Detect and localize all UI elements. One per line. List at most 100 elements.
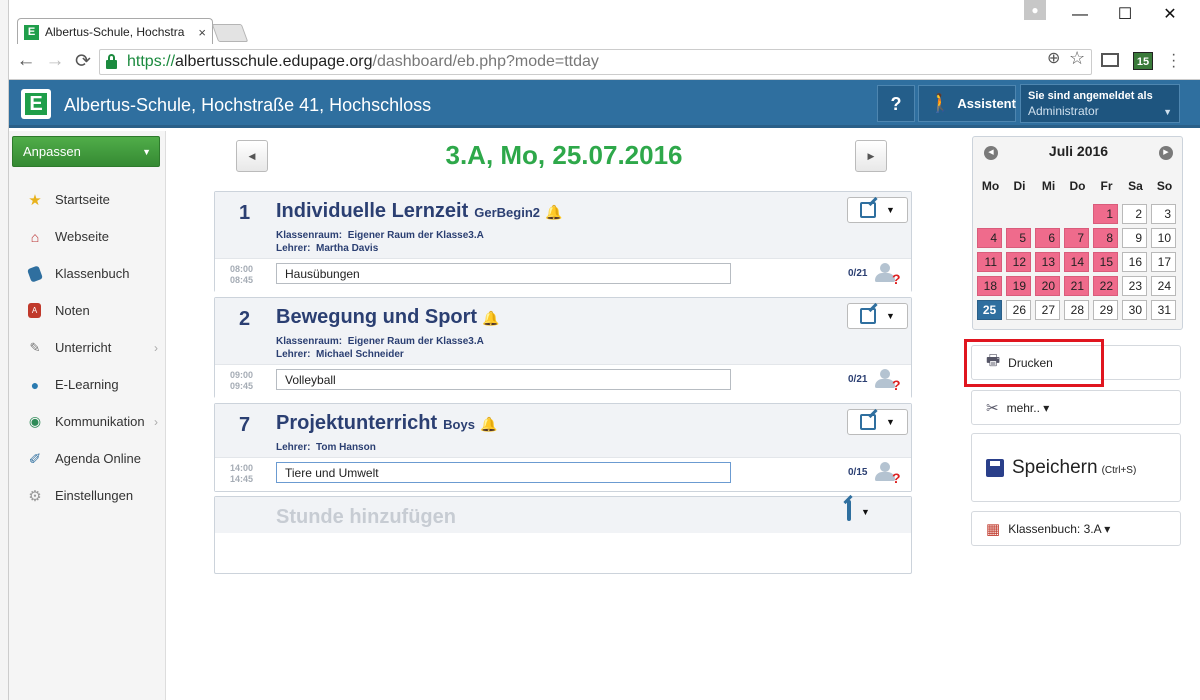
calendar-day[interactable]: 24 <box>1151 276 1176 296</box>
forward-arrow-icon[interactable]: → <box>43 50 67 72</box>
weekday-label: So <box>1156 179 1173 193</box>
minimize-button[interactable]: — <box>1060 4 1100 26</box>
calendar-day[interactable]: 23 <box>1122 276 1147 296</box>
back-arrow-icon[interactable]: ← <box>14 50 38 72</box>
calendar-day[interactable]: 22 <box>1093 276 1118 296</box>
reload-icon[interactable]: ⟳ <box>71 50 95 73</box>
calendar-day[interactable]: 29 <box>1093 300 1118 320</box>
browser-menu-icon[interactable]: · · · <box>1171 47 1177 75</box>
bookmark-star-icon[interactable]: ☆ <box>1069 48 1085 69</box>
calendar-day[interactable]: 15 <box>1093 252 1118 272</box>
new-tab-button[interactable] <box>211 24 249 42</box>
tab-close-icon[interactable]: × <box>198 25 206 40</box>
assistant-button[interactable]: 🚶 Assistent <box>918 85 1016 122</box>
elearning-icon: ● <box>30 376 40 393</box>
help-button[interactable]: ? <box>877 85 915 122</box>
lock-icon <box>106 53 117 69</box>
zoom-icon[interactable]: ⊕ <box>1047 48 1060 68</box>
edit-icon <box>860 414 876 430</box>
sidebar-item-startseite[interactable]: ★ Startseite <box>9 181 166 218</box>
students-unknown-icon[interactable]: ? <box>874 461 902 487</box>
customize-button[interactable]: Anpassen ▼ <box>12 136 160 167</box>
edit-lesson-button[interactable]: ▼ <box>847 500 870 521</box>
browser-titlebar: E Albertus-Schule, Hochstra × ● — ☐ ✕ <box>9 0 1200 45</box>
next-month-button[interactable]: ▶ <box>1159 146 1173 160</box>
calendar-day[interactable]: 8 <box>1093 228 1118 248</box>
calendar-day[interactable]: 3 <box>1151 204 1176 224</box>
lesson-topic-input[interactable] <box>276 369 731 390</box>
cast-extension-icon[interactable] <box>1101 53 1119 67</box>
edit-lesson-button[interactable]: ▼ <box>847 303 908 329</box>
lesson-subject[interactable]: Projektunterricht Boys 🔔 <box>276 412 497 435</box>
calendar-day[interactable]: 2 <box>1122 204 1147 224</box>
calendar-day[interactable]: 16 <box>1122 252 1147 272</box>
maximize-button[interactable]: ☐ <box>1105 4 1145 26</box>
calendar-day[interactable]: 9 <box>1122 228 1147 248</box>
calendar-day[interactable]: 26 <box>1006 300 1031 320</box>
calendar-extension-icon[interactable]: 15 <box>1133 52 1153 70</box>
calendar-day[interactable]: 18 <box>977 276 1002 296</box>
login-status: Sie sind angemeldet als <box>1028 90 1153 102</box>
students-unknown-icon[interactable]: ? <box>874 262 902 288</box>
app-header: E Albertus-Schule, Hochstraße 41, Hochsc… <box>9 80 1200 128</box>
calendar-day[interactable]: 4 <box>977 228 1002 248</box>
calendar-day[interactable]: 28 <box>1064 300 1089 320</box>
edit-lesson-button[interactable]: ▼ <box>847 409 908 435</box>
calendar-day[interactable]: 13 <box>1035 252 1060 272</box>
sidebar-item-noten[interactable]: A Noten <box>9 292 166 329</box>
grades-icon: A <box>28 303 41 318</box>
close-window-button[interactable]: ✕ <box>1150 4 1190 26</box>
sidebar-item-klassenbuch[interactable]: Klassenbuch <box>9 255 166 292</box>
calendar-day[interactable]: 6 <box>1035 228 1060 248</box>
profile-icon[interactable]: ● <box>1024 0 1046 20</box>
calendar-day[interactable]: 7 <box>1064 228 1089 248</box>
calendar-day[interactable]: 21 <box>1064 276 1089 296</box>
sidebar-item-label: E-Learning <box>55 377 119 392</box>
weekday-label: Fr <box>1100 179 1113 193</box>
edupage-favicon-icon: E <box>24 24 39 40</box>
calendar-day-today[interactable]: 25 <box>977 300 1002 320</box>
calendar-day[interactable]: 11 <box>977 252 1002 272</box>
more-button[interactable]: ✂ mehr.. ▾ <box>971 390 1181 425</box>
sidebar-item-unterricht[interactable]: ✎ Unterricht › <box>9 329 166 366</box>
sidebar-item-webseite[interactable]: ⌂ Webseite <box>9 218 166 255</box>
sidebar-item-label: Startseite <box>55 192 110 207</box>
calendar-day[interactable]: 30 <box>1122 300 1147 320</box>
calendar-day[interactable]: 12 <box>1006 252 1031 272</box>
calendar-day[interactable]: 27 <box>1035 300 1060 320</box>
edupage-logo-icon[interactable]: E <box>21 89 51 119</box>
calendar-day[interactable]: 5 <box>1006 228 1031 248</box>
lesson-group: GerBegin2 <box>474 205 541 220</box>
edit-lesson-button[interactable]: ▼ <box>847 197 908 223</box>
url-input[interactable]: https:// albertusschule.edupage.org /das… <box>99 49 1092 75</box>
sidebar-item-agenda-online[interactable]: ✐ Agenda Online <box>9 440 166 477</box>
next-day-button[interactable]: ▶ <box>855 140 887 172</box>
sidebar-item-kommunikation[interactable]: ◉ Kommunikation › <box>9 403 166 440</box>
lesson-topic-input[interactable] <box>276 462 731 483</box>
calendar-day[interactable]: 31 <box>1151 300 1176 320</box>
add-lesson-card[interactable]: Stunde hinzufügen ▼ <box>214 496 912 574</box>
save-shortcut: (Ctrl+S) <box>1101 465 1137 476</box>
students-unknown-icon[interactable]: ? <box>874 368 902 394</box>
sidebar-item-einstellungen[interactable]: ⚙ Einstellungen <box>9 477 166 514</box>
save-button[interactable]: Speichern (Ctrl+S) <box>971 433 1181 502</box>
save-label: Speichern <box>1012 456 1098 478</box>
classbook-button[interactable]: ▦ Klassenbuch: 3.A ▾ <box>971 511 1181 546</box>
calendar-day[interactable]: 1 <box>1093 204 1118 224</box>
lesson-subject[interactable]: Bewegung und Sport 🔔 <box>276 306 500 329</box>
lesson-subject[interactable]: Individuelle Lernzeit GerBegin2 🔔 <box>276 200 562 223</box>
browser-tab[interactable]: E Albertus-Schule, Hochstra × <box>17 18 213 45</box>
calendar-day[interactable]: 17 <box>1151 252 1176 272</box>
calendar-day[interactable]: 19 <box>1006 276 1031 296</box>
address-bar-row: ← → ⟳ https:// albertusschule.edupage.or… <box>9 44 1200 80</box>
sidebar-item-elearning[interactable]: ● E-Learning <box>9 366 166 403</box>
previous-day-button[interactable]: ◀ <box>236 140 268 172</box>
calendar-day[interactable]: 20 <box>1035 276 1060 296</box>
lesson-topic-input[interactable] <box>276 263 731 284</box>
calendar-day[interactable]: 14 <box>1064 252 1089 272</box>
calendar-day[interactable]: 10 <box>1151 228 1176 248</box>
login-dropdown[interactable]: Sie sind angemeldet als Administrator ▼ <box>1020 84 1180 123</box>
edit-icon <box>860 202 876 218</box>
lesson-times: 08:00 08:45 <box>230 264 254 285</box>
communication-icon: ◉ <box>28 413 42 429</box>
